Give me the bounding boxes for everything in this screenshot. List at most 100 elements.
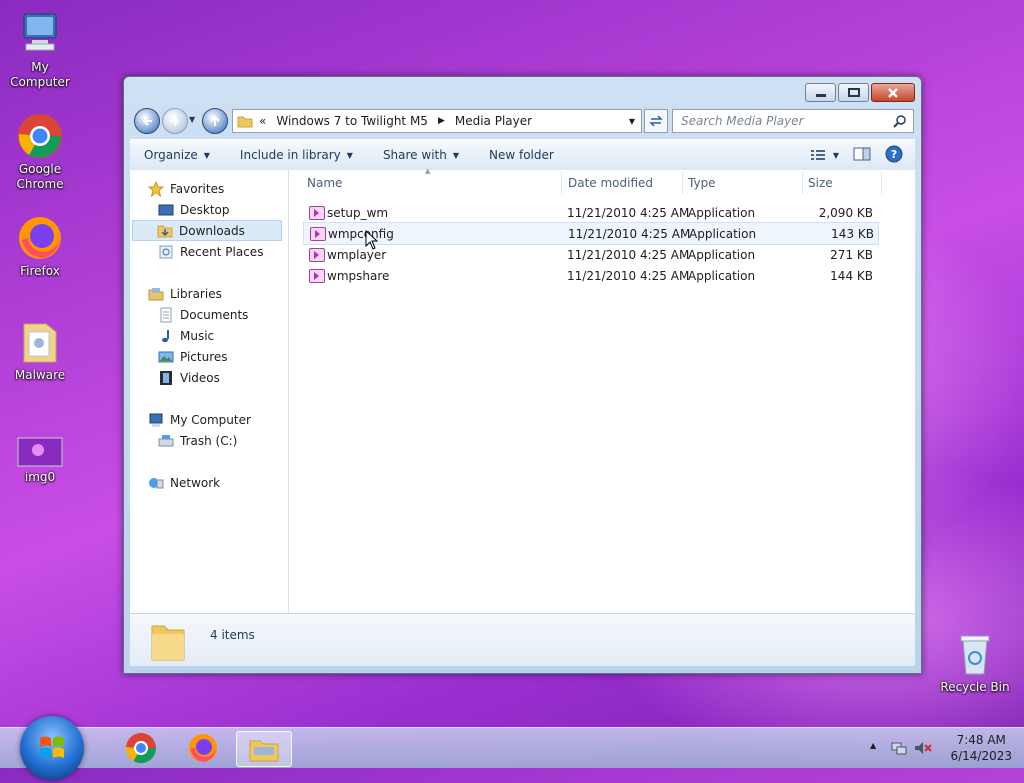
column-header-type[interactable]: Type [688, 170, 798, 196]
clock-date: 6/14/2023 [950, 749, 1012, 763]
network-status-icon[interactable] [891, 740, 907, 756]
search-box[interactable]: Search Media Player [672, 109, 914, 133]
nav-documents[interactable]: Documents [158, 304, 248, 325]
column-divider[interactable] [802, 172, 803, 194]
file-row[interactable]: setup_wm 11/21/2010 4:25 AM Application … [303, 202, 877, 223]
nav-label: Network [170, 475, 221, 490]
column-label: Date modified [568, 176, 654, 190]
forward-button[interactable] [162, 108, 188, 134]
file-name: wmpconfig [328, 226, 394, 241]
nav-label: Music [180, 328, 215, 343]
maximize-button[interactable] [838, 83, 869, 102]
nav-libraries[interactable]: Libraries [148, 283, 222, 304]
column-header-name[interactable]: Name [307, 170, 557, 196]
nav-label: Desktop [180, 202, 230, 217]
desktop-icon-recycle-bin[interactable]: Recycle Bin [935, 630, 1015, 695]
show-hidden-icons-button[interactable]: ▲ [870, 741, 876, 750]
file-row[interactable]: wmplayer 11/21/2010 4:25 AM Application … [303, 244, 877, 265]
pictures-icon [158, 349, 174, 365]
nav-recent-places[interactable]: Recent Places [158, 241, 263, 262]
refresh-button[interactable] [644, 109, 668, 133]
file-row[interactable]: wmpconfig 11/21/2010 4:25 AM Application… [303, 222, 879, 245]
taskbar-firefox[interactable] [176, 731, 230, 765]
volume-muted-icon[interactable] [914, 740, 932, 756]
nav-videos[interactable]: Videos [158, 367, 220, 388]
column-divider[interactable] [682, 172, 683, 194]
search-icon[interactable] [893, 114, 907, 128]
clock[interactable]: 7:48 AM 6/14/2023 [950, 732, 1012, 764]
start-button[interactable] [20, 716, 84, 780]
recent-pages-dropdown[interactable]: ▼ [189, 115, 195, 124]
file-date: 11/21/2010 4:25 AM [567, 268, 690, 283]
application-icon [309, 248, 325, 262]
close-button[interactable] [871, 83, 915, 102]
change-view-button[interactable]: ▼ [810, 149, 839, 161]
include-in-library-menu[interactable]: Include in library ▼ [222, 148, 365, 162]
file-type: Application [688, 268, 756, 283]
nav-label: Downloads [179, 223, 245, 238]
network-icon [148, 475, 164, 491]
taskbar-explorer[interactable] [236, 731, 292, 767]
desktop-icon-label: My Computer [10, 60, 70, 89]
file-size: 271 KB [830, 247, 873, 262]
folder-icon [249, 740, 279, 762]
drive-icon [158, 433, 174, 449]
nav-desktop[interactable]: Desktop [158, 199, 230, 220]
address-bar[interactable]: « Windows 7 to Twilight M5 ▶ Media Playe… [232, 109, 642, 133]
help-button[interactable]: ? [885, 145, 903, 166]
share-with-menu[interactable]: Share with ▼ [365, 148, 471, 162]
back-button[interactable] [134, 108, 160, 134]
nav-my-computer[interactable]: My Computer [148, 409, 251, 430]
nav-favorites[interactable]: Favorites [147, 178, 224, 199]
desktop-icon-label: Google Chrome [16, 162, 64, 191]
search-placeholder[interactable]: Search Media Player [681, 114, 804, 128]
folder-icon [151, 625, 185, 661]
file-size: 143 KB [831, 226, 874, 241]
nav-trash-drive[interactable]: Trash (C:) [158, 430, 237, 451]
chevron-down-icon: ▼ [452, 150, 459, 160]
details-pane: 4 items [130, 613, 915, 666]
mouse-cursor-icon [365, 230, 379, 250]
svg-text:?: ? [891, 148, 897, 161]
documents-icon [158, 307, 174, 323]
file-name: setup_wm [327, 205, 389, 220]
chevron-down-icon: ▼ [203, 150, 210, 160]
column-header-date[interactable]: Date modified [568, 170, 678, 196]
desktop-icon-firefox[interactable]: Firefox [0, 214, 80, 279]
breadcrumb-item[interactable]: Media Player [455, 114, 532, 128]
new-folder-button[interactable]: New folder [471, 148, 566, 162]
desktop-icon-label: Malware [14, 368, 66, 382]
breadcrumb-item[interactable]: Windows 7 to Twilight M5 [276, 114, 428, 128]
organize-menu[interactable]: Organize ▼ [130, 148, 222, 162]
preview-pane-button[interactable] [853, 147, 871, 164]
firefox-icon [189, 734, 217, 762]
folder-icon [237, 116, 253, 128]
column-divider[interactable] [881, 172, 882, 194]
nav-music[interactable]: Music [158, 325, 214, 346]
windows-logo-icon [40, 736, 64, 758]
column-header-size[interactable]: Size [808, 170, 878, 196]
maximize-icon [847, 88, 860, 97]
libraries-icon [148, 286, 164, 302]
preview-pane-icon [853, 147, 871, 160]
address-dropdown[interactable]: ▼ [629, 117, 635, 126]
nav-label: Documents [180, 307, 249, 322]
desktop-icon-malware[interactable]: Malware [0, 318, 80, 383]
folder-icon [16, 318, 64, 366]
nav-pictures[interactable]: Pictures [158, 346, 228, 367]
taskbar-chrome[interactable] [114, 731, 168, 765]
nav-downloads[interactable]: Downloads [132, 220, 282, 241]
nav-network[interactable]: Network [148, 472, 220, 493]
up-arrow-icon [210, 115, 220, 126]
minimize-button[interactable] [805, 83, 836, 102]
file-row[interactable]: wmpshare 11/21/2010 4:25 AM Application … [303, 265, 877, 286]
file-size: 2,090 KB [818, 205, 873, 220]
nav-label: Recent Places [180, 244, 264, 259]
desktop-icon-img0[interactable]: img0 [0, 436, 80, 485]
desktop-icon-my-computer[interactable]: My Computer [0, 10, 80, 90]
column-divider[interactable] [561, 172, 562, 194]
address-overflow[interactable]: « [259, 114, 266, 128]
breadcrumb-separator-icon[interactable]: ▶ [438, 116, 445, 126]
desktop-icon-chrome[interactable]: Google Chrome [0, 112, 80, 192]
up-button[interactable] [202, 108, 228, 134]
